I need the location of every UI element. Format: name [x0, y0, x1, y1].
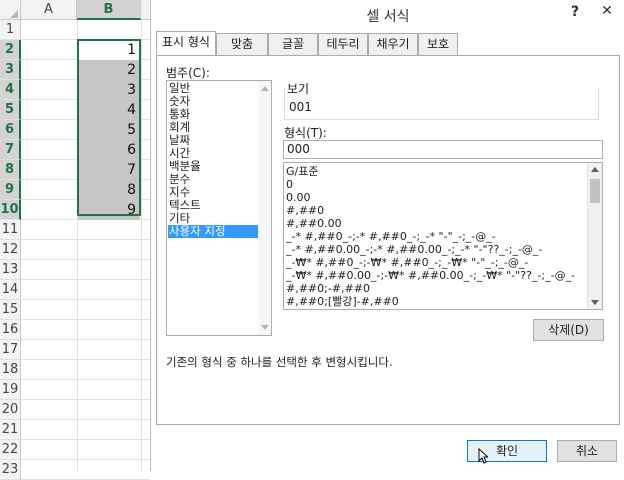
row-header[interactable]: 2 [0, 40, 21, 60]
row-gridline [21, 399, 150, 400]
format-list[interactable]: G/표준 0 0.00 #,##0 #,##0.00 _-* #,##0_-;-* #,#… [283, 162, 603, 310]
row-header[interactable]: 19 [0, 380, 21, 400]
row-header[interactable]: 8 [0, 160, 21, 180]
column-header-b[interactable]: B [77, 0, 141, 20]
row-gridline [21, 319, 150, 320]
column-header-a[interactable]: A [21, 0, 77, 20]
row-gridline [21, 279, 150, 280]
select-all-corner[interactable] [0, 0, 21, 20]
format-item[interactable]: 0.00 [286, 191, 586, 204]
row-header[interactable]: 4 [0, 80, 21, 100]
format-item[interactable]: #,##0 [286, 204, 586, 217]
row-gridline [21, 359, 150, 360]
type-label: 형식(T): [284, 126, 327, 140]
category-label: 범주(C): [166, 66, 210, 80]
row-header[interactable]: 3 [0, 60, 21, 80]
tab-fill[interactable]: 채우기 [368, 33, 418, 55]
row-gridline [21, 419, 150, 420]
format-scroll-thumb[interactable] [590, 179, 600, 203]
selection-border [77, 39, 141, 216]
row-header[interactable]: 15 [0, 300, 21, 320]
row-header[interactable]: 16 [0, 320, 21, 340]
row-header[interactable]: 11 [0, 220, 21, 240]
format-item[interactable]: #,##0;[빨강]-#,##0 [286, 295, 586, 308]
tab-number[interactable]: 표시 형식 [156, 31, 216, 55]
scroll-up-arrow-icon[interactable] [261, 86, 269, 91]
format-item[interactable]: G/표준 [286, 165, 586, 178]
row-gridline [21, 259, 150, 260]
row-header[interactable]: 5 [0, 100, 21, 120]
cancel-button[interactable]: 취소 [557, 440, 617, 462]
format-item[interactable]: #,##0.00 [286, 217, 586, 230]
category-scrollbar[interactable] [258, 81, 271, 335]
row-header[interactable]: 7 [0, 140, 21, 160]
row-header[interactable]: 17 [0, 340, 21, 360]
tab-protection[interactable]: 보호 [418, 33, 458, 55]
row-gridline [21, 339, 150, 340]
scroll-down-arrow-icon[interactable] [261, 325, 269, 330]
row-header[interactable]: 9 [0, 180, 21, 200]
format-cells-dialog: 셀 서식 ? ✕ 표시 형식 맞춤 글꼴 테두리 채우기 보호 범주(C): 일… [150, 0, 624, 471]
row-header[interactable]: 20 [0, 400, 21, 420]
category-list[interactable]: 일반 숫자 통화 회계 날짜 시간 백분율 분수 지수 텍스트 기타 사용자 지정 [166, 80, 272, 336]
format-item[interactable]: _-* #,##0.00_-;-* #,##0.00_-;_-* "-"??_-… [286, 243, 586, 256]
format-description: 기존의 형식 중 하나를 선택한 후 변형시킵니다. [166, 355, 393, 369]
row-gridline [21, 459, 150, 460]
delete-button[interactable]: 삭제(D) [533, 319, 604, 341]
help-button[interactable]: ? [565, 2, 585, 22]
tab-font[interactable]: 글꼴 [268, 33, 318, 55]
row-gridline [21, 239, 150, 240]
category-item[interactable]: 사용자 지정 [168, 225, 260, 238]
format-item[interactable]: #,##0;-#,##0 [286, 282, 586, 295]
select-all-triangle-icon [10, 10, 18, 18]
close-button[interactable]: ✕ [591, 1, 623, 21]
row-header[interactable]: 13 [0, 260, 21, 280]
row-gridline [21, 379, 150, 380]
sample-value: 001 [289, 100, 312, 114]
format-item[interactable]: _-₩* #,##0.00_-;-₩* #,##0.00_-;_-₩* "-"?… [286, 269, 586, 282]
format-scroll-down-icon[interactable] [591, 300, 599, 305]
dialog-title: 셀 서식 [366, 9, 410, 25]
row-header[interactable]: 6 [0, 120, 21, 140]
mouse-pointer-icon [478, 448, 488, 464]
format-item[interactable]: 0 [286, 178, 586, 191]
format-list-scrollbar[interactable] [587, 163, 602, 309]
format-scroll-up-icon[interactable] [591, 167, 599, 172]
tab-border[interactable]: 테두리 [318, 33, 368, 55]
row-header[interactable]: 10 [0, 200, 21, 220]
tab-alignment[interactable]: 맞춤 [216, 33, 268, 55]
row-gridline [21, 299, 150, 300]
row-gridline [21, 439, 150, 440]
row-header[interactable]: 21 [0, 420, 21, 440]
column-header-bar: A B [0, 0, 150, 20]
row-header[interactable]: 22 [0, 440, 21, 460]
format-item[interactable]: _-* #,##0_-;-* #,##0_-;_-* "-"_-;_-@_- [286, 230, 586, 243]
row-header[interactable]: 18 [0, 360, 21, 380]
row-header[interactable]: 12 [0, 240, 21, 260]
spreadsheet-grid: A B 1 2 3 4 5 6 7 8 9 10 11 12 13 14 15 16 17 18 19 20 21 22 2… [0, 0, 150, 480]
row-header[interactable]: 14 [0, 280, 21, 300]
sample-group-box [284, 88, 599, 120]
row-header[interactable]: 1 [0, 20, 21, 40]
format-item[interactable]: _-₩* #,##0_-;-₩* #,##0_-;_-₩* "-"_-;_-@_… [286, 256, 586, 269]
row-header[interactable]: 23 [0, 460, 21, 480]
column-gridline [141, 20, 142, 471]
type-input[interactable]: 000 [283, 140, 603, 159]
